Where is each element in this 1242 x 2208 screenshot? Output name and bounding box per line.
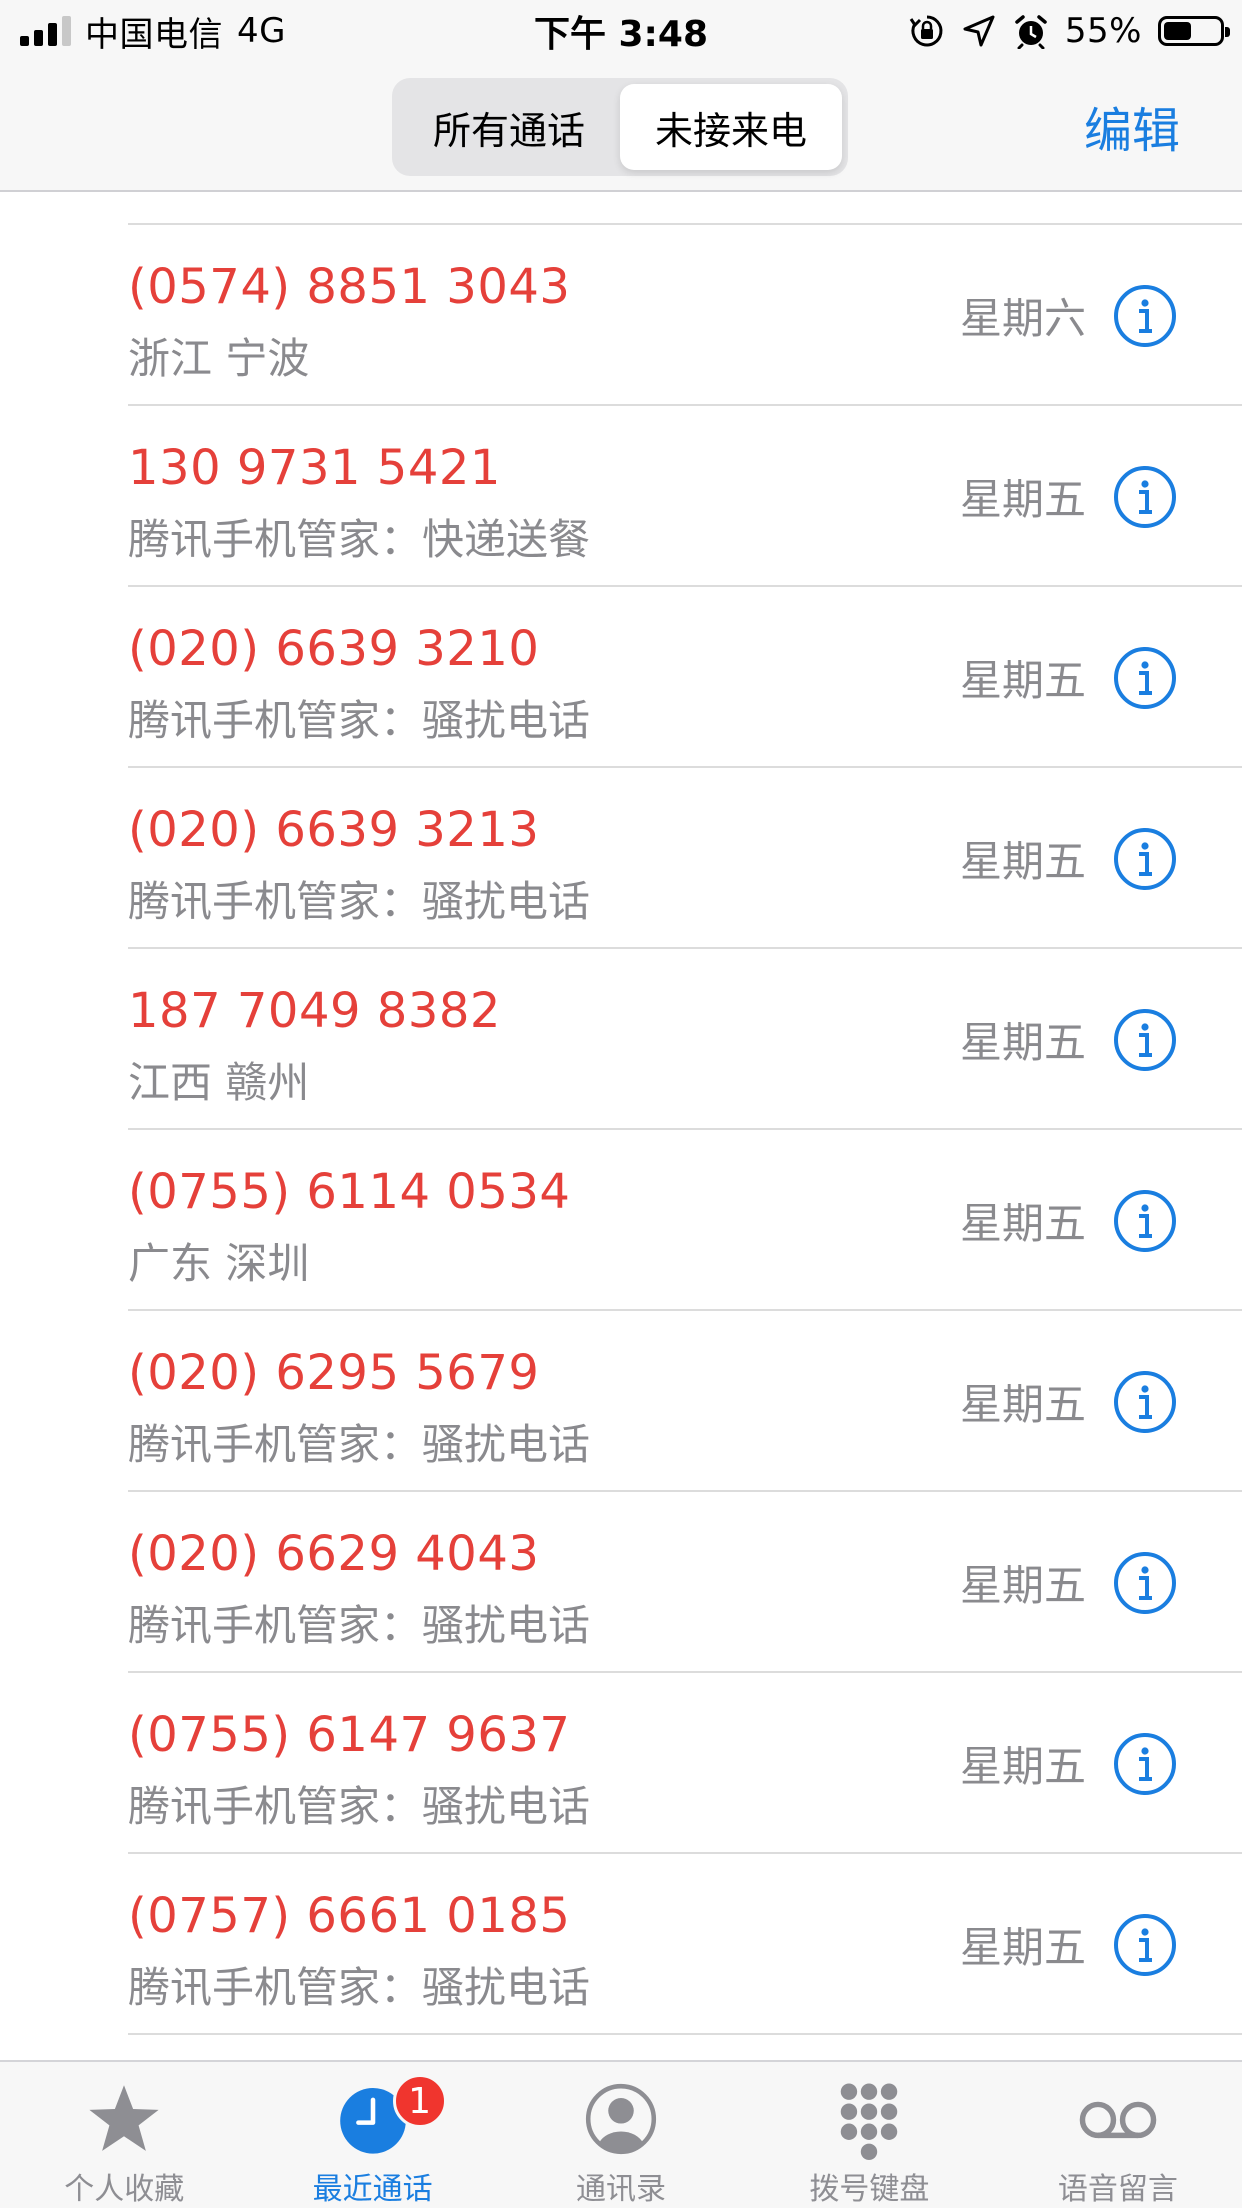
call-row[interactable]: (0755) 6114 0534 广东 深圳 星期五: [128, 1130, 1242, 1311]
caller-location: 腾讯手机管家：快递送餐: [128, 515, 591, 564]
call-day: 星期五: [959, 1380, 1086, 1429]
battery-level: [1164, 22, 1191, 40]
call-row[interactable]: (0757) 6661 0185 腾讯手机管家：骚扰电话 星期五: [128, 1854, 1242, 2035]
call-row[interactable]: (020) 6639 3213 腾讯手机管家：骚扰电话 星期五: [128, 768, 1242, 949]
caller-location: 腾讯手机管家：骚扰电话: [128, 1420, 591, 1469]
tab-label: 个人收藏: [64, 2172, 185, 2207]
caller-number: (0755) 6147 9637: [128, 1707, 571, 1763]
call-day: 星期五: [959, 1561, 1086, 1610]
info-icon[interactable]: [1112, 1188, 1178, 1254]
info-icon[interactable]: [1112, 1007, 1178, 1073]
voicemail-icon: [1079, 2101, 1157, 2139]
caller-location: 浙江 宁波: [128, 334, 310, 383]
caller-location: 腾讯手机管家：骚扰电话: [128, 1782, 591, 1831]
segment-missed-calls[interactable]: 未接来电: [620, 84, 842, 170]
missed-call-list[interactable]: (0574) 8851 3043 浙江 宁波 星期六 130 9731 5421 腾讯手…: [0, 192, 1242, 2060]
person-circle-icon: [585, 2083, 657, 2155]
call-day: 星期六: [959, 294, 1086, 343]
call-day: 星期五: [959, 1199, 1086, 1248]
caller-number: (020) 6295 5679: [128, 1345, 540, 1401]
missed-calls-badge: 1: [392, 2074, 447, 2128]
call-day: 星期五: [959, 656, 1086, 705]
caller-number: (0757) 6661 0185: [128, 1888, 571, 1944]
keypad-icon: [841, 2083, 898, 2160]
caller-location: 腾讯手机管家：骚扰电话: [128, 1963, 591, 2012]
tab-label: 拨号键盘: [809, 2172, 930, 2207]
caller-number: (0574) 8851 3043: [128, 259, 571, 315]
info-icon[interactable]: [1112, 283, 1178, 349]
tab-recents[interactable]: 1 最近通话: [248, 2062, 496, 2208]
caller-number: (0755) 6114 0534: [128, 1164, 571, 1220]
caller-number: (020) 6639 3210: [128, 621, 540, 677]
tab-contacts[interactable]: 通讯录: [497, 2062, 745, 2208]
tab-label: 通讯录: [576, 2172, 667, 2207]
alarm-clock-icon: [1015, 15, 1047, 49]
caller-location: 江西 赣州: [128, 1058, 310, 1107]
tab-keypad[interactable]: 拨号键盘: [745, 2062, 993, 2208]
info-icon[interactable]: [1112, 1731, 1178, 1797]
call-day: 星期五: [959, 1742, 1086, 1791]
call-row[interactable]: (0755) 6147 9637 腾讯手机管家：骚扰电话 星期五: [128, 1673, 1242, 1854]
call-row[interactable]: (0574) 8851 3043 浙江 宁波 星期六: [128, 225, 1242, 406]
caller-location: 腾讯手机管家：骚扰电话: [128, 877, 591, 926]
caller-number: (020) 6629 4043: [128, 1526, 540, 1582]
nav-bar: 所有通话 未接来电 编辑: [0, 62, 1242, 192]
call-day: 星期五: [959, 1018, 1086, 1067]
tab-voicemail[interactable]: 语音留言: [994, 2062, 1242, 2208]
tab-label: 语音留言: [1057, 2172, 1178, 2207]
info-icon[interactable]: [1112, 1369, 1178, 1435]
call-row[interactable]: (020) 6639 3210 腾讯手机管家：骚扰电话 星期五: [128, 587, 1242, 768]
location-arrow-icon: [963, 15, 995, 47]
info-icon[interactable]: [1112, 1550, 1178, 1616]
call-filter-segmented-control: 所有通话 未接来电: [392, 78, 848, 176]
call-day: 星期五: [959, 1923, 1086, 1972]
call-day: 星期五: [959, 837, 1086, 886]
call-row[interactable]: (020) 6295 5679 腾讯手机管家：骚扰电话 星期五: [128, 1311, 1242, 1492]
tab-label: 最近通话: [312, 2172, 433, 2207]
call-row[interactable]: 187 7049 8382 江西 赣州 星期五: [128, 949, 1242, 1130]
call-day: 星期五: [959, 475, 1086, 524]
tab-bar: 个人收藏 1 最近通话 通讯录 拨号键盘 语音留言: [0, 2060, 1242, 2208]
phone-recents-screen: 中国电信 4G 下午 3:48 55% 所有通话 未接来电 编辑 (0574) …: [0, 0, 1242, 2208]
call-row[interactable]: 130 9731 5421 腾讯手机管家：快递送餐 星期五: [128, 406, 1242, 587]
segment-all-calls[interactable]: 所有通话: [398, 84, 620, 170]
caller-number: (020) 6639 3213: [128, 802, 540, 858]
battery-percent: 55%: [1064, 11, 1142, 51]
orientation-lock-icon: [909, 15, 943, 47]
caller-number: 130 9731 5421: [128, 440, 501, 496]
caller-location: 腾讯手机管家：骚扰电话: [128, 1601, 591, 1650]
tab-favorites[interactable]: 个人收藏: [0, 2062, 248, 2208]
edit-button[interactable]: 编辑: [1084, 62, 1180, 190]
caller-location: 广东 深圳: [128, 1239, 310, 1288]
caller-location: 腾讯手机管家：骚扰电话: [128, 696, 591, 745]
call-rows: (0574) 8851 3043 浙江 宁波 星期六 130 9731 5421 腾讯手…: [0, 225, 1242, 2035]
info-icon[interactable]: [1112, 826, 1178, 892]
status-right: 55%: [909, 0, 1230, 62]
star-icon: [89, 2085, 159, 2151]
battery-icon: [1158, 16, 1230, 46]
info-icon[interactable]: [1112, 1912, 1178, 1978]
status-bar: 中国电信 4G 下午 3:48 55%: [0, 0, 1242, 62]
info-icon[interactable]: [1112, 464, 1178, 530]
call-row[interactable]: (020) 6629 4043 腾讯手机管家：骚扰电话 星期五: [128, 1492, 1242, 1673]
caller-number: 187 7049 8382: [128, 983, 501, 1039]
info-icon[interactable]: [1112, 645, 1178, 711]
